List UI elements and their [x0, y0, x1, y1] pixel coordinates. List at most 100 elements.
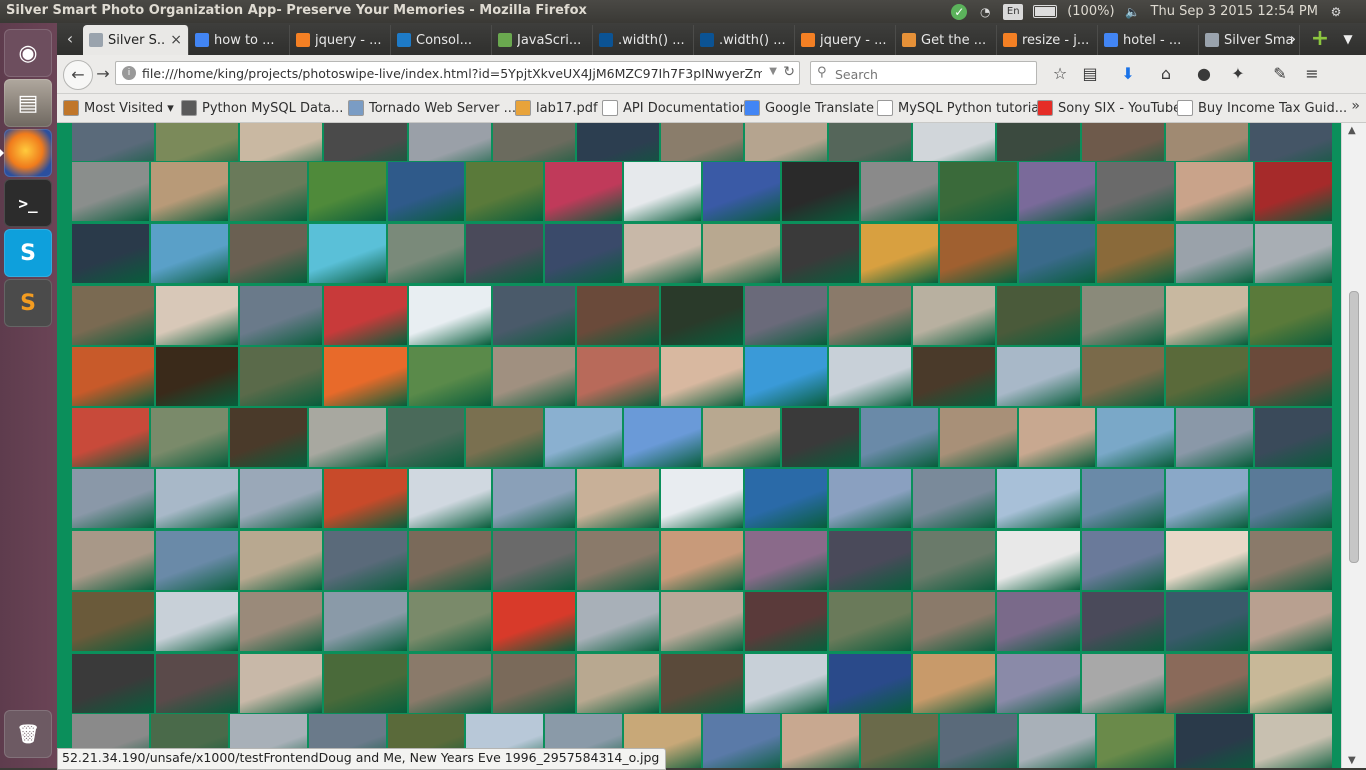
photo-thumbnail[interactable] — [149, 161, 229, 222]
back-button[interactable]: ← — [63, 60, 93, 90]
photo-thumbnail[interactable] — [1248, 285, 1333, 346]
search-icon[interactable]: ⚲ — [817, 65, 827, 80]
photo-thumbnail[interactable] — [155, 591, 240, 652]
photo-thumbnail[interactable] — [239, 530, 324, 591]
scroll-thumb[interactable] — [1349, 291, 1359, 563]
photo-thumbnail[interactable] — [623, 161, 702, 222]
photo-thumbnail[interactable] — [1164, 468, 1249, 529]
photo-thumbnail[interactable] — [228, 407, 308, 468]
photo-thumbnail[interactable] — [702, 713, 781, 768]
photo-thumbnail[interactable] — [155, 653, 240, 714]
photo-thumbnail[interactable] — [1248, 530, 1333, 591]
photo-thumbnail[interactable] — [491, 653, 576, 714]
photo-thumbnail[interactable] — [1164, 530, 1249, 591]
photo-thumbnail[interactable] — [859, 713, 939, 768]
photo-thumbnail[interactable] — [1164, 285, 1249, 346]
photo-thumbnail[interactable] — [659, 591, 745, 652]
photo-thumbnail[interactable] — [1096, 713, 1176, 768]
photo-thumbnail[interactable] — [996, 346, 1081, 407]
browser-tab[interactable]: Silver S... × — [83, 25, 189, 55]
forward-button[interactable]: → — [93, 64, 113, 84]
photo-thumbnail[interactable] — [491, 346, 576, 407]
battery-icon[interactable] — [1033, 5, 1058, 18]
photo-thumbnail[interactable] — [996, 530, 1081, 591]
browser-tab[interactable]: resize - j... — [997, 25, 1098, 55]
photo-thumbnail[interactable] — [659, 653, 745, 714]
page-info-icon[interactable]: i — [122, 66, 136, 80]
power-gear-icon[interactable]: ⚙ — [1328, 4, 1344, 20]
photo-thumbnail[interactable] — [575, 468, 660, 529]
photo-thumbnail[interactable] — [239, 591, 324, 652]
photo-thumbnail[interactable] — [1080, 468, 1165, 529]
tab-scroll-left-icon[interactable]: ‹ — [59, 23, 81, 55]
photo-thumbnail[interactable] — [307, 223, 387, 284]
new-tab-plus-icon[interactable]: + — [1309, 23, 1331, 55]
photo-thumbnail[interactable] — [938, 713, 1018, 768]
photo-thumbnail[interactable] — [828, 285, 913, 346]
bookmark-item[interactable]: MySQL Python tutorial — [877, 100, 1043, 116]
photo-thumbnail[interactable] — [828, 346, 913, 407]
photo-thumbnail[interactable] — [659, 468, 745, 529]
photo-thumbnail[interactable] — [780, 407, 860, 468]
browser-tab[interactable]: how to ... — [189, 25, 290, 55]
bookmark-item[interactable]: API Documentation — [602, 100, 748, 116]
bookmark-item[interactable]: Most Visited ▾ — [63, 100, 174, 116]
photo-thumbnail[interactable] — [1080, 653, 1165, 714]
downloads-icon[interactable]: ⬇ — [1117, 63, 1139, 85]
photo-thumbnail[interactable] — [1096, 407, 1176, 468]
photo-thumbnail[interactable] — [407, 468, 492, 529]
photo-thumbnail[interactable] — [1254, 407, 1333, 468]
scroll-up-arrow-icon[interactable]: ▲ — [1348, 125, 1356, 136]
photo-thumbnail[interactable] — [71, 285, 156, 346]
developer-tools-icon[interactable]: ✎ — [1269, 63, 1291, 85]
photo-thumbnail[interactable] — [386, 223, 466, 284]
photo-thumbnail[interactable] — [1248, 591, 1333, 652]
photo-thumbnail[interactable] — [1254, 161, 1333, 222]
photo-thumbnail[interactable] — [323, 468, 408, 529]
photo-thumbnail[interactable] — [1175, 407, 1255, 468]
photo-thumbnail[interactable] — [71, 653, 156, 714]
photo-thumbnail[interactable] — [228, 161, 308, 222]
photo-thumbnail[interactable] — [1254, 713, 1333, 768]
url-text[interactable]: file:///home/king/projects/photoswipe-li… — [142, 66, 762, 81]
photo-thumbnail[interactable] — [859, 161, 939, 222]
photo-thumbnail[interactable] — [859, 223, 939, 284]
photo-thumbnail[interactable] — [828, 468, 913, 529]
photo-thumbnail[interactable] — [491, 591, 576, 652]
photo-thumbnail[interactable] — [155, 468, 240, 529]
photo-thumbnail[interactable] — [71, 223, 150, 284]
photo-thumbnail[interactable] — [1080, 285, 1165, 346]
bookmark-item[interactable]: Buy Income Tax Guid... — [1177, 100, 1347, 116]
update-check-icon[interactable]: ✓ — [951, 3, 968, 20]
photo-thumbnail[interactable] — [155, 530, 240, 591]
photo-thumbnail[interactable] — [575, 653, 660, 714]
bookmarks-overflow-icon[interactable]: » — [1351, 98, 1360, 114]
photo-thumbnail[interactable] — [744, 530, 829, 591]
photo-thumbnail[interactable] — [1248, 346, 1333, 407]
photo-thumbnail[interactable] — [575, 346, 660, 407]
clock[interactable]: Thu Sep 3 2015 12:54 PM — [1151, 4, 1318, 19]
photo-thumbnail[interactable] — [912, 346, 997, 407]
photo-thumbnail[interactable] — [407, 653, 492, 714]
photo-thumbnail[interactable] — [465, 407, 545, 468]
photo-thumbnail[interactable] — [544, 223, 624, 284]
photo-thumbnail[interactable] — [386, 407, 466, 468]
photo-thumbnail[interactable] — [386, 161, 466, 222]
addon-icon[interactable]: ✦ — [1227, 63, 1249, 85]
photo-thumbnail[interactable] — [307, 161, 387, 222]
photo-thumbnail[interactable] — [780, 161, 860, 222]
photo-thumbnail[interactable] — [828, 653, 913, 714]
files-icon[interactable]: ▤ — [4, 79, 52, 127]
photo-thumbnail[interactable] — [149, 407, 229, 468]
photo-thumbnail[interactable] — [307, 407, 387, 468]
keyboard-layout-indicator[interactable]: En — [1003, 3, 1024, 20]
photo-thumbnail[interactable] — [407, 285, 492, 346]
search-input[interactable] — [833, 64, 1032, 84]
photo-thumbnail[interactable] — [938, 407, 1018, 468]
photo-thumbnail[interactable] — [996, 285, 1081, 346]
photo-thumbnail[interactable] — [659, 285, 745, 346]
photo-thumbnail[interactable] — [1248, 653, 1333, 714]
browser-tab[interactable]: Consol... — [391, 25, 492, 55]
hamburger-menu-icon[interactable]: ≡ — [1301, 63, 1323, 85]
photo-thumbnail[interactable] — [1096, 223, 1176, 284]
